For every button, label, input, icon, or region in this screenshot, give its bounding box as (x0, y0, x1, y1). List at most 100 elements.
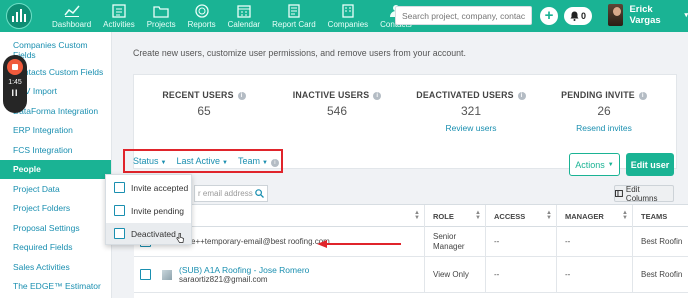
teams-value: Best Roofin (641, 270, 683, 279)
filter-status[interactable]: Status ▼ (133, 156, 166, 166)
column-header-role[interactable]: ROLE ▲ ▼ (424, 205, 485, 227)
user-name-link[interactable]: (SUB) A1A Roofing - Jose Romero (179, 265, 309, 275)
companies-icon (342, 4, 354, 18)
company-thumbnail (162, 270, 172, 280)
access-cell: -- (485, 227, 556, 257)
edit-columns-button[interactable]: Edit Columns (614, 184, 674, 203)
notifications-button[interactable]: 0 (564, 7, 592, 25)
app-logo[interactable] (0, 0, 38, 32)
sort-icon[interactable]: ▲ ▼ (546, 210, 552, 221)
stat-inactive-users: INACTIVE USERS i 546 (272, 90, 402, 118)
report-card-icon (288, 4, 300, 18)
column-label: TEAMS (641, 211, 668, 221)
info-icon[interactable]: i (237, 92, 246, 100)
sort-icon[interactable]: ▲ ▼ (475, 210, 481, 221)
top-navigation-bar: Dashboard Activities Projects Reports Ca… (0, 0, 688, 32)
table-row[interactable]: ctive++temporary-email@best roofing.com … (134, 227, 688, 257)
info-icon[interactable]: i (270, 158, 279, 167)
add-new-button[interactable]: + (540, 7, 558, 25)
filter-label: Last Active (176, 156, 220, 166)
caret-down-icon: ▼ (607, 161, 614, 168)
column-header-manager[interactable]: MANAGER ▲ ▼ (556, 205, 632, 227)
sidebar-item-label: Sales Activities (13, 261, 70, 272)
nav-label: Activities (103, 20, 135, 29)
sidebar-item-people[interactable]: People (0, 159, 111, 179)
review-users-link[interactable]: Review users (406, 123, 536, 133)
manager-value: -- (565, 270, 571, 279)
columns-icon (615, 190, 623, 197)
nav-report-card[interactable]: Report Card (266, 0, 322, 32)
bell-icon (570, 11, 579, 21)
table-row[interactable]: (SUB) A1A Roofing - Jose Romero saraorti… (134, 257, 688, 293)
access-value: -- (494, 237, 500, 246)
nav-label: Projects (146, 20, 176, 29)
sort-icon[interactable]: ▲ ▼ (622, 210, 628, 221)
table-search-input[interactable]: r email address (194, 185, 268, 202)
filter-last-active[interactable]: Last Active ▼ (176, 156, 227, 166)
main-content: Create new users, customize user permiss… (112, 32, 688, 298)
option-checkbox[interactable] (114, 228, 125, 239)
activities-icon (112, 4, 126, 18)
caret-down-icon: ▼ (261, 159, 268, 166)
nav-calendar[interactable]: Calendar (222, 0, 266, 32)
dropdown-option-deactivated[interactable]: Deactivated (106, 223, 191, 244)
pause-recording-button[interactable]: II (11, 88, 18, 98)
sidebar-item-erp-integration[interactable]: ERP Integration (0, 121, 111, 141)
column-label: ACCESS (494, 211, 526, 221)
option-label: Deactivated (131, 228, 176, 239)
row-checkbox[interactable] (140, 269, 151, 280)
sidebar-item-edge-estimator[interactable]: The EDGE™ Estimator (0, 277, 111, 297)
stat-pending-invite: PENDING INVITE i 26 Resend invites (539, 90, 669, 133)
avatar (608, 4, 624, 26)
dropdown-option-invite-accepted[interactable]: Invite accepted (106, 177, 191, 198)
sidebar-item-label: People (13, 164, 41, 175)
search-placeholder: r email address (198, 189, 253, 198)
edit-user-button[interactable]: Edit user (626, 153, 674, 176)
option-checkbox[interactable] (114, 182, 125, 193)
stat-label: INACTIVE USERS (292, 90, 370, 100)
user-email: saraortiz821@gmail.com (179, 275, 268, 284)
option-label: Invite accepted (131, 182, 189, 193)
sidebar-item-label: ERP Integration (13, 125, 73, 136)
dropdown-option-invite-pending[interactable]: Invite pending (106, 200, 191, 221)
sidebar-item-proposal-settings[interactable]: Proposal Settings (0, 218, 111, 238)
nav-projects[interactable]: Projects (141, 0, 182, 32)
column-header-teams[interactable]: TEAMS (632, 205, 688, 227)
option-checkbox[interactable] (114, 205, 125, 216)
option-label: Invite pending (131, 205, 184, 216)
manager-cell: -- (556, 257, 632, 293)
sidebar-item-label: Required Fields (13, 242, 73, 253)
stop-recording-button[interactable] (7, 59, 23, 75)
stat-recent-users: RECENT USERS i 65 (139, 90, 269, 118)
teams-value: Best Roofin (641, 237, 683, 246)
hand-cursor-icon (176, 232, 184, 243)
sidebar-item-label: The EDGE™ Estimator (13, 281, 101, 292)
nav-dashboard[interactable]: Dashboard (38, 0, 97, 32)
nav-companies[interactable]: Companies (322, 0, 374, 32)
column-header-access[interactable]: ACCESS ▲ ▼ (485, 205, 556, 227)
sidebar-item-fcs-integration[interactable]: FCS Integration (0, 140, 111, 160)
caret-down-icon: ▼ (160, 160, 167, 166)
resend-invites-link[interactable]: Resend invites (539, 123, 669, 133)
sidebar-item-sales-activities[interactable]: Sales Activities (0, 257, 111, 277)
user-menu[interactable]: Erick Vargas ▾ (608, 4, 688, 26)
sort-icon[interactable]: ▲ ▼ (414, 210, 420, 221)
search-icon[interactable] (255, 189, 264, 198)
info-icon[interactable]: i (517, 92, 526, 100)
global-search-input[interactable] (395, 6, 532, 25)
nav-label: Report Card (272, 20, 316, 29)
sidebar-item-project-folders[interactable]: Project Folders (0, 199, 111, 219)
nav-activities[interactable]: Activities (97, 0, 141, 32)
role-value: View Only (433, 270, 469, 279)
stat-label: PENDING INVITE (561, 90, 635, 100)
teams-cell: Best Roofin (632, 257, 688, 293)
filter-team[interactable]: Team ▼ i (238, 156, 279, 167)
info-icon[interactable]: i (373, 92, 382, 100)
actions-button[interactable]: Actions ▼ (569, 153, 620, 176)
stat-label: RECENT USERS (162, 90, 234, 100)
nav-reports[interactable]: Reports (182, 0, 222, 32)
sidebar-item-required-fields[interactable]: Required Fields (0, 238, 111, 258)
button-label: Edit Columns (625, 184, 658, 203)
sidebar-item-project-data[interactable]: Project Data (0, 179, 111, 199)
info-icon[interactable]: i (638, 92, 647, 100)
